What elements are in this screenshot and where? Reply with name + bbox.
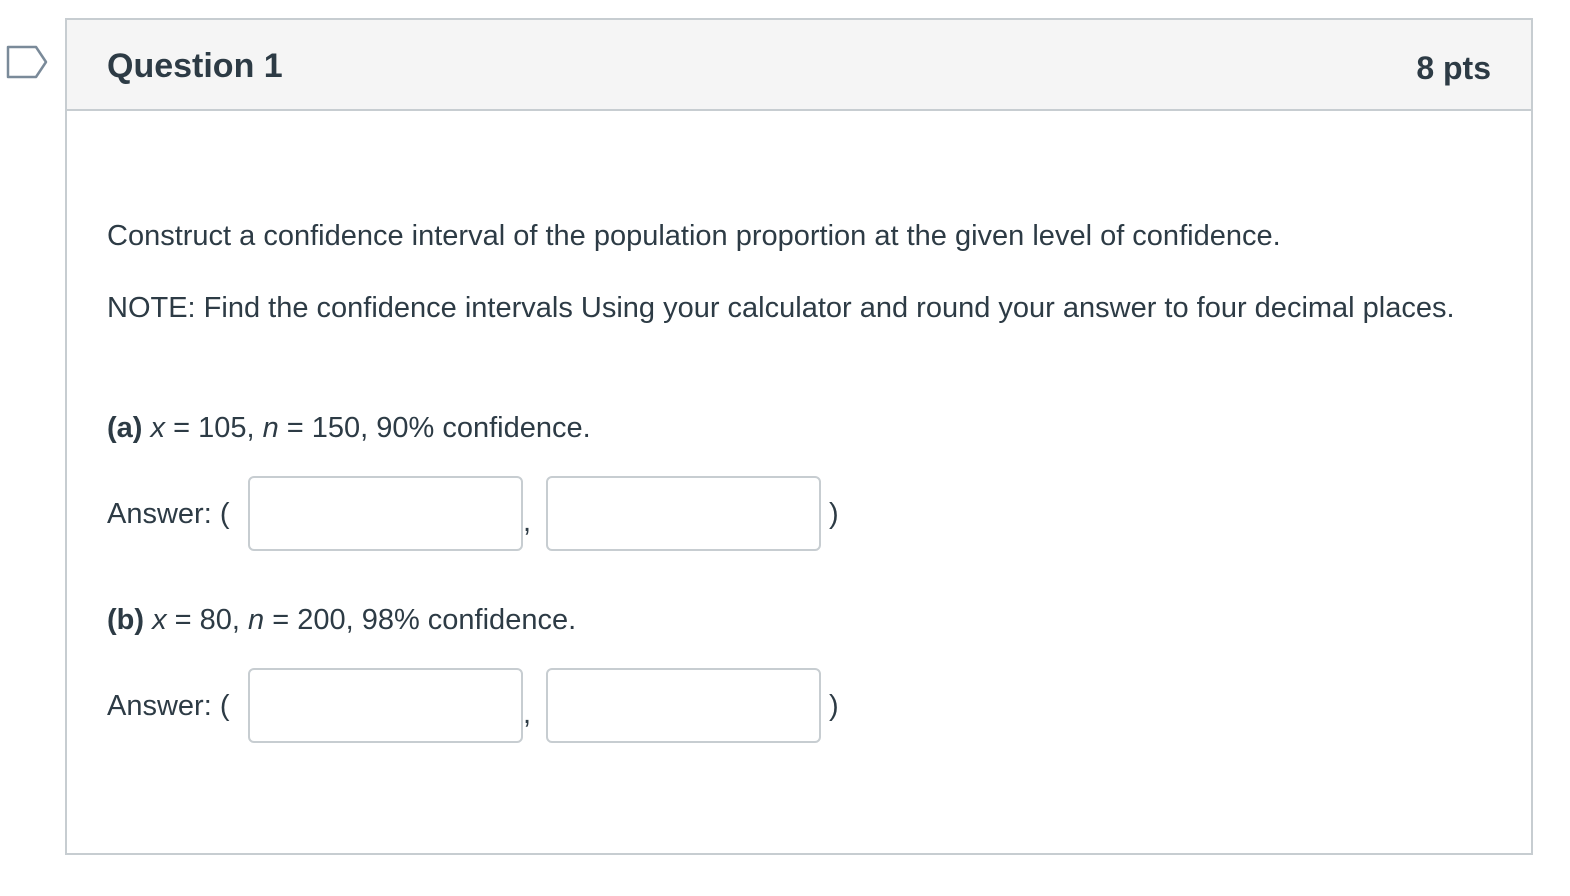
part-a-upper-bound-input[interactable] [546,476,821,551]
question-title: Question 1 [107,47,283,85]
part-a-label: (a) [107,412,143,444]
part-a-n-var: n [262,412,279,444]
question-card: Question 1 8 pts Construct a confidence … [65,18,1533,855]
part-b-x-var: x [152,604,167,636]
part-b-prompt: (b) x = 80, n = 200, 98% confidence. [107,596,576,644]
part-b-label: (b) [107,604,145,636]
part-b-n-var: n [248,604,265,636]
part-b-closing-paren: ) [829,690,839,722]
part-a-closing-paren: ) [829,498,839,530]
part-b-answer-label: Answer: ( [107,690,230,722]
part-a-n-eq: = 150, 90% confidence. [278,412,591,444]
part-a-prompt: (a) x = 105, n = 150, 90% confidence. [107,404,591,452]
part-a-answer-row: Answer: ( , ) [107,476,907,552]
part-a-x-var: x [150,412,166,444]
part-a-lower-bound-input[interactable] [248,476,523,551]
part-b-answer-row: Answer: ( , ) [107,668,907,744]
question-header: Question 1 8 pts [67,20,1531,111]
part-b-upper-bound-input[interactable] [546,668,821,743]
part-b-n-eq: = 200, 98% confidence. [264,604,577,636]
part-b-separator: , [523,698,532,730]
part-b-x-eq: = 80, [166,604,249,636]
instruction-text: Construct a confidence interval of the p… [107,220,1281,252]
part-b-lower-bound-input[interactable] [248,668,523,743]
part-a-answer-label: Answer: ( [107,498,230,530]
flag-question-icon[interactable] [6,45,48,79]
note-text: NOTE: Find the confidence intervals Usin… [107,292,1455,324]
part-a-separator: , [523,506,532,538]
question-points: 8 pts [1416,50,1491,86]
part-a-x-eq: = 105, [165,412,263,444]
